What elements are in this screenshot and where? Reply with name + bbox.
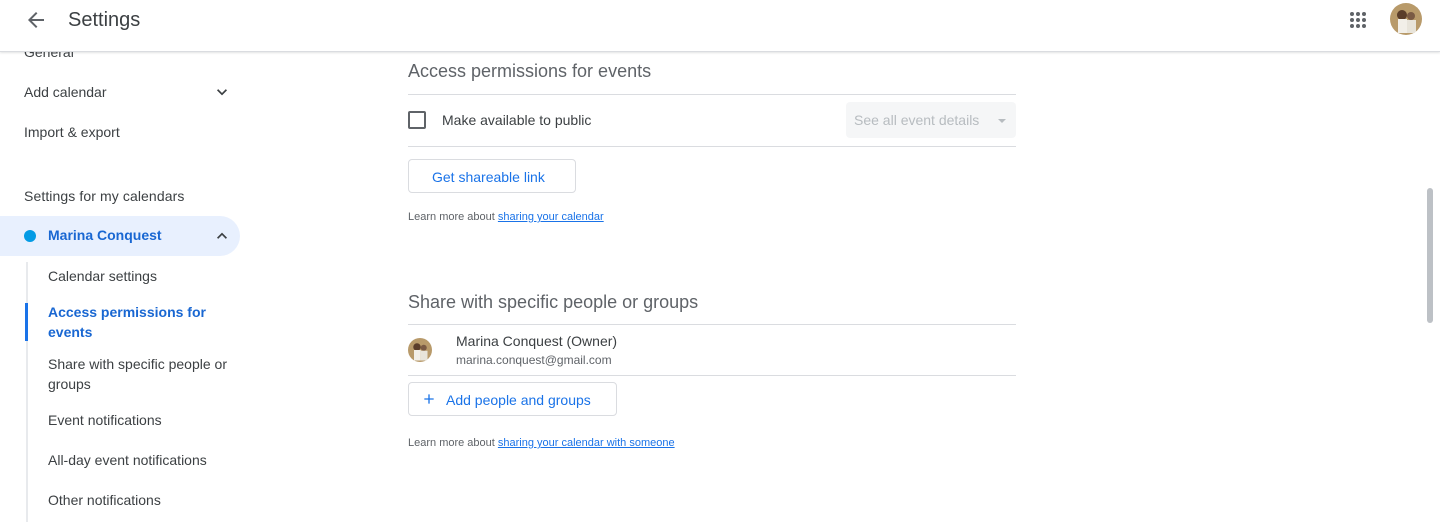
learn-prefix: Learn more about — [408, 211, 498, 223]
get-shareable-link-button[interactable]: Get shareable link — [408, 159, 576, 193]
sidebar-calendar-marina-conquest[interactable]: Marina Conquest — [0, 216, 240, 256]
calendar-label: Marina Conquest — [48, 227, 162, 243]
chevron-up-icon[interactable] — [212, 226, 232, 246]
apps-grid-icon[interactable] — [1346, 8, 1370, 32]
chevron-down-icon — [217, 89, 227, 96]
scrollbar-thumb[interactable] — [1427, 188, 1433, 323]
plus-icon — [424, 394, 434, 404]
submenu-rail — [26, 262, 28, 522]
person-avatar — [408, 338, 432, 362]
section-title-share: Share with specific people or groups — [408, 292, 699, 312]
app-header: Settings — [0, 0, 1440, 52]
sidebar-item-label: Add calendar — [24, 84, 107, 100]
sidebar-sub-calendar-settings[interactable]: Calendar settings — [48, 266, 228, 286]
sidebar-group-title: Settings for my calendars — [24, 188, 185, 204]
section-title-access: Access permissions for events — [408, 61, 652, 81]
person-name: Marina Conquest (Owner) — [456, 333, 618, 349]
add-people-button[interactable]: Add people and groups — [408, 382, 617, 416]
arrow-back-icon[interactable] — [24, 8, 48, 32]
dropdown-arrow-icon — [998, 119, 1006, 123]
button-label: Get shareable link — [432, 169, 545, 185]
settings-sidebar: General Add calendar Import & export Set… — [0, 40, 256, 522]
sidebar-sub-access-permissions[interactable]: Access permissions for events — [48, 302, 228, 342]
account-avatar[interactable] — [1390, 3, 1422, 35]
active-indicator — [25, 303, 28, 341]
visibility-select: See all event details — [846, 102, 1016, 138]
make-public-checkbox[interactable] — [408, 111, 426, 129]
sharing-your-calendar-link[interactable]: sharing your calendar — [498, 211, 604, 223]
calendar-color-dot — [24, 230, 36, 242]
sidebar-sub-share-people[interactable]: Share with specific people or groups — [48, 354, 228, 394]
sidebar-item-add-calendar[interactable]: Add calendar — [24, 84, 232, 100]
sidebar-sub-allday-notifications[interactable]: All-day event notifications — [48, 450, 228, 470]
divider — [408, 94, 1016, 95]
divider — [408, 375, 1016, 376]
person-email: marina.conquest@gmail.com — [456, 353, 612, 367]
sharing-with-someone-link[interactable]: sharing your calendar with someone — [498, 437, 675, 449]
sidebar-sub-event-notifications[interactable]: Event notifications — [48, 410, 228, 430]
button-label: Add people and groups — [446, 392, 591, 408]
learn-prefix: Learn more about — [408, 437, 498, 449]
divider — [408, 324, 1016, 325]
learn-more-sharing: Learn more about sharing your calendar — [408, 211, 604, 223]
page-title: Settings — [68, 9, 141, 31]
make-public-label[interactable]: Make available to public — [442, 112, 591, 128]
sidebar-sub-other-notifications[interactable]: Other notifications — [48, 490, 228, 510]
learn-more-share-someone: Learn more about sharing your calendar w… — [408, 437, 675, 449]
sidebar-item-import-export[interactable]: Import & export — [24, 124, 120, 140]
visibility-select-value: See all event details — [854, 112, 980, 128]
divider — [408, 146, 1016, 147]
